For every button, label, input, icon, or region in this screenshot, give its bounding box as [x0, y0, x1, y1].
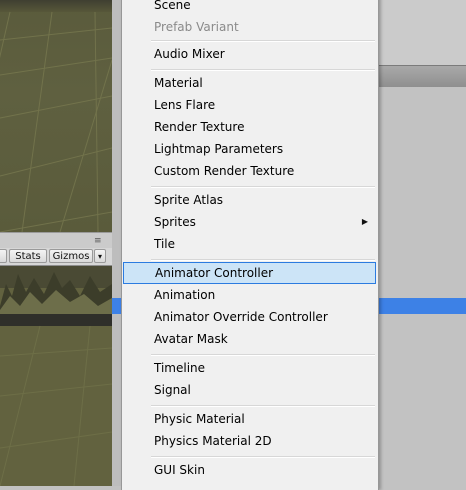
menu-item-audio-mixer[interactable]: Audio Mixer	[122, 43, 378, 65]
menu-item-signal[interactable]: Signal	[122, 379, 378, 401]
menu-item-animator-override-controller[interactable]: Animator Override Controller	[122, 306, 378, 328]
menu-item-material[interactable]: Material	[122, 72, 378, 94]
menu-item-tile[interactable]: Tile	[122, 233, 378, 255]
menu-item-custom-render-texture[interactable]: Custom Render Texture	[122, 160, 378, 182]
menu-item-avatar-mask[interactable]: Avatar Mask	[122, 328, 378, 350]
menu-separator	[151, 69, 375, 71]
menu-separator	[151, 186, 375, 188]
submenu-arrow-icon: ▶	[361, 217, 368, 226]
toolbar-button-partial[interactable]	[0, 249, 7, 263]
game-view-toolbar: Stats Gizmos ▾	[0, 248, 112, 266]
gizmos-dropdown-icon[interactable]: ▾	[94, 249, 106, 263]
right-panel-header	[377, 65, 466, 88]
menu-item-lens-flare[interactable]: Lens Flare	[122, 94, 378, 116]
menu-item-physics-material-2d[interactable]: Physics Material 2D	[122, 430, 378, 452]
gizmos-button[interactable]: Gizmos	[49, 249, 93, 263]
stats-button[interactable]: Stats	[9, 249, 47, 263]
menu-item-animation[interactable]: Animation	[122, 284, 378, 306]
panel-menu-icon[interactable]: ≡	[94, 237, 106, 246]
menu-separator	[151, 259, 375, 261]
selected-row-highlight[interactable]	[377, 298, 466, 314]
right-panel-body	[377, 87, 466, 486]
menu-separator	[151, 405, 375, 407]
menu-item-sprites-label: Sprites	[154, 215, 196, 229]
menu-item-timeline[interactable]: Timeline	[122, 357, 378, 379]
menu-item-render-texture[interactable]: Render Texture	[122, 116, 378, 138]
menu-item-scene[interactable]: Scene	[122, 0, 378, 16]
menu-separator	[151, 40, 375, 42]
menu-separator	[151, 354, 375, 356]
game-view[interactable]	[0, 266, 112, 486]
right-panel-top	[377, 0, 466, 65]
create-context-menu: Scene Prefab Variant Audio Mixer Materia…	[121, 0, 379, 490]
menu-item-gui-skin[interactable]: GUI Skin	[122, 459, 378, 481]
menu-item-physic-material[interactable]: Physic Material	[122, 408, 378, 430]
scene-grid	[0, 11, 112, 232]
menu-item-sprite-atlas[interactable]: Sprite Atlas	[122, 189, 378, 211]
menu-item-prefab-variant: Prefab Variant	[154, 20, 239, 34]
scene-view[interactable]	[0, 0, 112, 232]
game-view-terrain	[0, 266, 112, 486]
menu-item-sprites[interactable]: Sprites ▶	[122, 211, 378, 233]
scene-toolbar: ≡	[0, 232, 112, 249]
menu-item-lightmap-parameters[interactable]: Lightmap Parameters	[122, 138, 378, 160]
menu-item-animator-controller[interactable]: Animator Controller	[123, 262, 376, 284]
menu-separator	[151, 456, 375, 458]
